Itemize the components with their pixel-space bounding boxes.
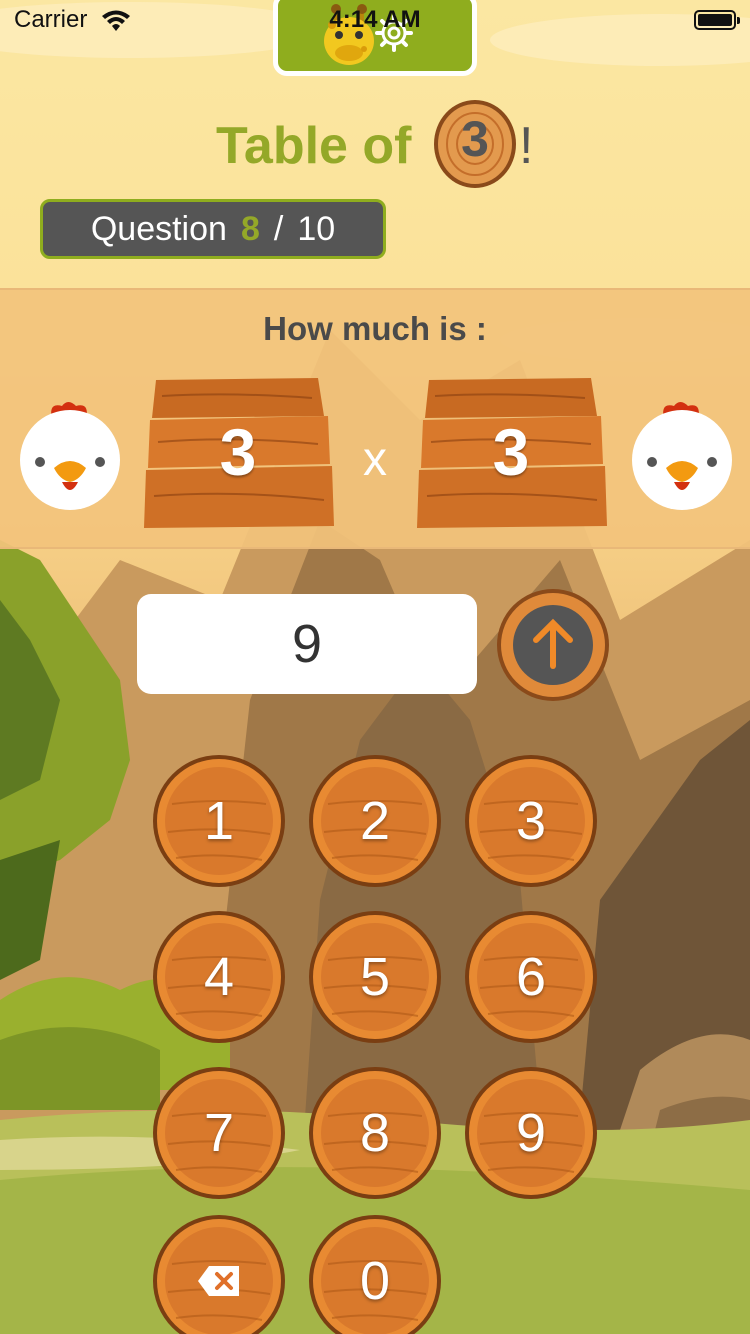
left-operand: 3 xyxy=(219,415,257,489)
key-7[interactable]: 7 xyxy=(152,1066,286,1200)
key-label: 5 xyxy=(359,947,391,1007)
key-2[interactable]: 2 xyxy=(308,754,442,888)
key-label: 7 xyxy=(203,1103,235,1163)
progress-label: Question xyxy=(90,209,227,248)
key-3[interactable]: 3 xyxy=(464,754,598,888)
answer-input[interactable] xyxy=(137,594,477,694)
key-0[interactable]: 0 xyxy=(308,1214,442,1334)
table-title: Table of xyxy=(216,117,412,175)
key-9[interactable]: 9 xyxy=(464,1066,598,1200)
key-label: 0 xyxy=(359,1251,391,1311)
status-time: 4:14 AM xyxy=(329,6,421,33)
progress-current: 8 xyxy=(240,209,260,248)
key-label: 4 xyxy=(203,947,235,1007)
key-label: 6 xyxy=(515,947,547,1007)
key-label: 2 xyxy=(359,791,391,851)
progress-separator: / xyxy=(273,209,284,248)
key-6[interactable]: 6 xyxy=(464,910,598,1044)
delete-button[interactable] xyxy=(152,1214,286,1334)
right-operand: 3 xyxy=(492,415,530,489)
backspace-icon xyxy=(198,1266,239,1296)
key-label: 9 xyxy=(515,1103,547,1163)
chicken-icon xyxy=(20,402,120,510)
table-number: 3 xyxy=(461,111,489,167)
key-label: 3 xyxy=(515,791,547,851)
key-1[interactable]: 1 xyxy=(152,754,286,888)
key-5[interactable]: 5 xyxy=(308,910,442,1044)
submit-button[interactable] xyxy=(496,588,610,702)
chicken-icon xyxy=(632,402,732,510)
key-4[interactable]: 4 xyxy=(152,910,286,1044)
operator-sign: x xyxy=(363,433,387,486)
progress-total: 10 xyxy=(297,209,336,248)
game-screen: Carrier 4:14 AM Table of 3 ! Question 8 … xyxy=(0,0,750,1334)
question-progress: Question 8 / 10 xyxy=(40,199,386,259)
key-label: 8 xyxy=(359,1103,391,1163)
title-exclamation: ! xyxy=(519,117,534,175)
key-8[interactable]: 8 xyxy=(308,1066,442,1200)
key-label: 1 xyxy=(203,791,235,851)
question-prompt: How much is : xyxy=(263,310,487,347)
